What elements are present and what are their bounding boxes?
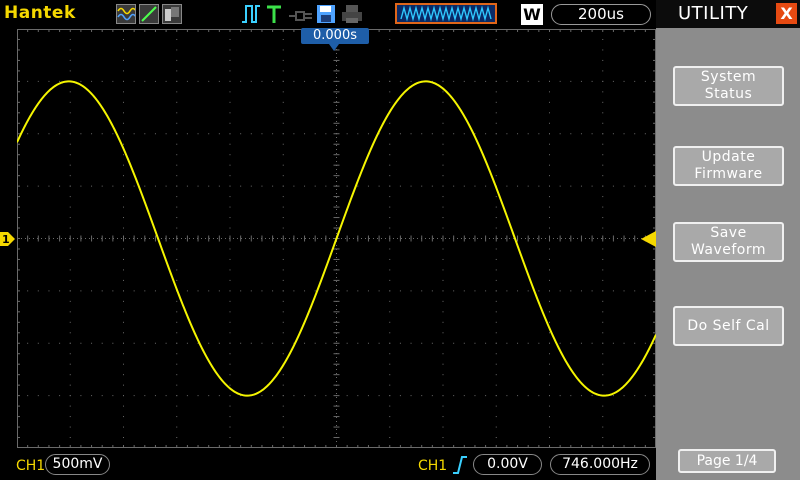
menu-title-bar: UTILITY X — [656, 0, 800, 28]
wave-mode-icon[interactable] — [116, 4, 136, 24]
button-label-line1: System — [700, 69, 757, 85]
button-label-line1: Do Self Cal — [687, 317, 770, 334]
waveform-display — [17, 29, 656, 448]
save-disk-icon[interactable] — [316, 3, 336, 29]
update-firmware-button[interactable]: Update Firmware — [673, 146, 784, 186]
top-status-bar: Hantek W 200us — [0, 0, 656, 28]
button-label-line2: Firmware — [694, 166, 763, 182]
line-mode-icon[interactable] — [139, 4, 159, 24]
persist-mode-icon[interactable] — [162, 4, 182, 24]
printer-icon — [341, 3, 363, 29]
rising-edge-icon — [452, 455, 468, 479]
trigger-T-icon[interactable] — [265, 3, 283, 29]
trigger-level-marker[interactable] — [641, 231, 656, 247]
save-waveform-button[interactable]: Save Waveform — [673, 222, 784, 262]
timebase-readout[interactable]: 200us — [551, 4, 651, 25]
button-label-line2: Waveform — [690, 242, 767, 258]
system-status-button[interactable]: System Status — [673, 66, 784, 106]
horizontal-offset-readout[interactable]: 0.000s — [301, 28, 369, 44]
menu-title: UTILITY — [678, 3, 749, 24]
trigger-pulse-icon[interactable] — [241, 3, 261, 29]
ch1-label: CH1 — [16, 458, 46, 474]
utility-menu: UTILITY X System Status Update Firmware … — [656, 0, 800, 480]
close-menu-button[interactable]: X — [776, 3, 797, 24]
brand-logo: Hantek — [4, 3, 76, 23]
trigger-position-marker — [329, 44, 339, 51]
button-label-line1: Update — [701, 149, 756, 165]
frequency-readout: 746.000Hz — [550, 454, 650, 475]
self-calibration-button[interactable]: Do Self Cal — [673, 306, 784, 346]
probe-icon — [288, 3, 314, 29]
button-label-line1: Save — [710, 225, 747, 241]
page-indicator-button[interactable]: Page 1/4 — [678, 449, 776, 473]
ch1-ground-marker[interactable]: 1 — [0, 232, 16, 246]
trigger-source-label: CH1 — [418, 458, 448, 474]
memory-depth-label: W — [521, 4, 543, 25]
ch1-marker-text: 1 — [2, 233, 10, 246]
trigger-level-readout[interactable]: 0.00V — [473, 454, 542, 475]
ch1-scale-readout[interactable]: 500mV — [45, 454, 110, 475]
button-label-line2: Status — [704, 86, 753, 102]
memory-waveform-indicator — [395, 3, 497, 24]
